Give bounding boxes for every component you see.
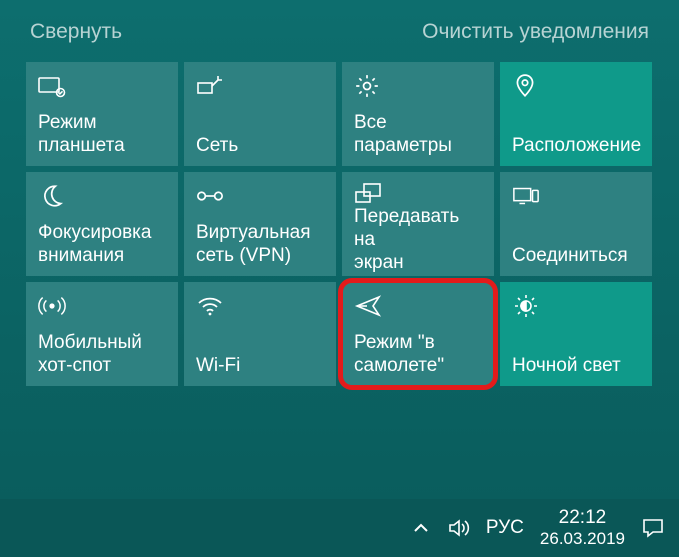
tile-label: Соединиться xyxy=(512,245,640,268)
network-icon xyxy=(196,72,224,100)
airplane-icon xyxy=(354,292,382,320)
nightlight-icon xyxy=(512,292,540,320)
tile-network[interactable]: Сеть xyxy=(184,62,336,166)
tablet-icon xyxy=(38,72,66,100)
action-center-icon[interactable] xyxy=(641,517,665,539)
tile-airplane-mode[interactable]: Режим "в самолете" xyxy=(342,282,494,386)
tile-project[interactable]: Передавать на экран xyxy=(342,172,494,276)
tile-label: Сеть xyxy=(196,135,324,158)
tile-tablet-mode[interactable]: Режим планшета xyxy=(26,62,178,166)
tile-mobile-hotspot[interactable]: Мобильный хот-спот xyxy=(26,282,178,386)
tile-label: Все параметры xyxy=(354,112,482,158)
project-icon xyxy=(354,182,382,206)
tile-focus-assist[interactable]: Фокусировка внимания xyxy=(26,172,178,276)
clock[interactable]: 22:12 26.03.2019 xyxy=(540,507,625,548)
tile-label: Расположение xyxy=(512,135,640,158)
clock-time: 22:12 xyxy=(540,507,625,529)
hotspot-icon xyxy=(38,292,66,320)
tile-label: Режим планшета xyxy=(38,112,166,158)
taskbar: РУС 22:12 26.03.2019 xyxy=(0,499,679,557)
quick-actions-grid: Режим планшета Сеть Все параметры xyxy=(0,62,679,386)
tile-label: Виртуальная сеть (VPN) xyxy=(196,222,324,268)
action-center-panel: Свернуть Очистить уведомления Режим план… xyxy=(0,0,679,557)
tile-label: Фокусировка внимания xyxy=(38,222,166,268)
tile-label: Режим "в самолете" xyxy=(354,332,482,378)
tile-label: Мобильный хот-спот xyxy=(38,332,166,378)
wifi-icon xyxy=(196,292,224,320)
tile-label: Wi-Fi xyxy=(196,355,324,378)
tile-label: Передавать на экран xyxy=(354,206,482,274)
vpn-icon xyxy=(196,182,224,210)
settings-icon xyxy=(354,72,382,100)
system-tray xyxy=(412,518,470,538)
tile-connect[interactable]: Соединиться xyxy=(500,172,652,276)
moon-icon xyxy=(38,182,66,210)
action-center-header: Свернуть Очистить уведомления xyxy=(0,14,679,62)
tile-night-light[interactable]: Ночной свет xyxy=(500,282,652,386)
connect-icon xyxy=(512,182,540,210)
tile-vpn[interactable]: Виртуальная сеть (VPN) xyxy=(184,172,336,276)
clear-notifications-link[interactable]: Очистить уведомления xyxy=(422,20,649,44)
location-icon xyxy=(512,72,540,100)
volume-icon[interactable] xyxy=(448,518,470,538)
clock-date: 26.03.2019 xyxy=(540,529,625,549)
collapse-link[interactable]: Свернуть xyxy=(30,20,122,44)
language-indicator[interactable]: РУС xyxy=(486,517,524,539)
tile-all-settings[interactable]: Все параметры xyxy=(342,62,494,166)
tile-wifi[interactable]: Wi-Fi xyxy=(184,282,336,386)
tile-location[interactable]: Расположение xyxy=(500,62,652,166)
tile-label: Ночной свет xyxy=(512,355,640,378)
tray-overflow-icon[interactable] xyxy=(412,519,430,537)
